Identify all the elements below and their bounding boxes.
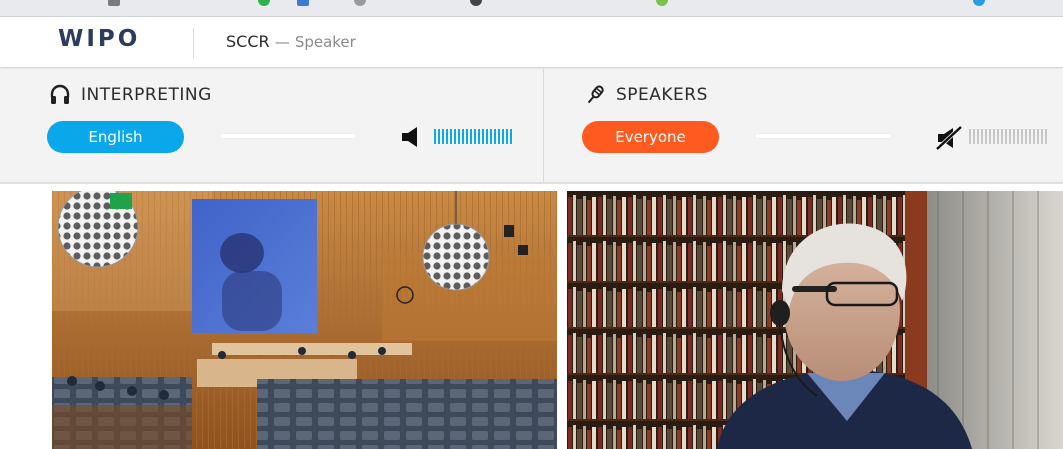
speaker-icon[interactable] xyxy=(400,125,424,149)
meter-bar xyxy=(470,129,472,144)
meter-bar xyxy=(510,129,512,144)
title-separator: — xyxy=(274,33,290,51)
interpreting-panel: INTERPRETING English xyxy=(0,69,544,182)
meter-bar xyxy=(973,129,975,144)
meter-bar xyxy=(981,129,983,144)
language-select-button[interactable]: English xyxy=(47,121,184,153)
meter-bar xyxy=(1001,129,1003,144)
meter-bar xyxy=(1041,129,1043,144)
meter-bar xyxy=(969,129,971,144)
meter-bar xyxy=(1037,129,1039,144)
interpreting-heading: INTERPRETING xyxy=(49,84,212,106)
meter-bar xyxy=(1045,129,1047,144)
meter-bar xyxy=(502,129,504,144)
meter-bar xyxy=(977,129,979,144)
meter-bar xyxy=(1021,129,1023,144)
speakers-label: SPEAKERS xyxy=(616,85,708,105)
meter-bar xyxy=(450,129,452,144)
wipo-logo[interactable]: WIPO xyxy=(58,26,140,52)
meter-bar xyxy=(434,129,436,144)
meter-bar xyxy=(438,129,440,144)
browser-toolbar-strip xyxy=(0,0,1063,17)
meter-bar xyxy=(989,129,991,144)
meter-bar xyxy=(474,129,476,144)
interpreting-volume-slider[interactable] xyxy=(219,133,357,139)
session-name: SCCR xyxy=(226,32,270,51)
speaker-muted-icon[interactable] xyxy=(935,125,963,151)
meter-bar xyxy=(997,129,999,144)
browser-icon[interactable] xyxy=(108,0,120,6)
meter-bar xyxy=(490,129,492,144)
speakers-panel: SPEAKERS Everyone xyxy=(544,69,1063,182)
meter-bar xyxy=(506,129,508,144)
header-divider xyxy=(193,28,194,58)
headphones-icon xyxy=(49,84,71,106)
bookmark-icon[interactable] xyxy=(470,0,482,6)
meter-bar xyxy=(442,129,444,144)
app-header: WIPO SCCR — Speaker xyxy=(0,17,1063,68)
meter-bar xyxy=(993,129,995,144)
meter-bar xyxy=(1013,129,1015,144)
meter-bar xyxy=(498,129,500,144)
meter-bar xyxy=(482,129,484,144)
participant-role: Speaker xyxy=(294,33,356,51)
extension-icon[interactable] xyxy=(258,0,270,6)
meter-bar xyxy=(458,129,460,144)
remote-speaker-video[interactable] xyxy=(567,191,1063,449)
audio-controls: INTERPRETING English SPEAKERS Everyone xyxy=(0,69,1063,184)
conference-room-video[interactable] xyxy=(52,191,557,449)
meter-bar xyxy=(494,129,496,144)
meter-bar xyxy=(1005,129,1007,144)
bookmark-icon[interactable] xyxy=(354,0,366,6)
meter-bar xyxy=(1009,129,1011,144)
meter-bar xyxy=(1017,129,1019,144)
meter-bar xyxy=(985,129,987,144)
meter-bar xyxy=(462,129,464,144)
interpreting-level-meter xyxy=(434,129,512,144)
meter-bar xyxy=(1025,129,1027,144)
session-title: SCCR — Speaker xyxy=(226,32,356,51)
meter-bar xyxy=(486,129,488,144)
bookmark-icon[interactable] xyxy=(973,0,985,6)
meter-bar xyxy=(478,129,480,144)
speaker-select-button[interactable]: Everyone xyxy=(582,121,719,153)
speakers-level-meter xyxy=(969,129,1047,144)
meter-bar xyxy=(1033,129,1035,144)
bookmark-icon[interactable] xyxy=(656,0,668,6)
speakers-volume-slider[interactable] xyxy=(754,133,892,139)
microphone-icon xyxy=(584,84,606,106)
interpreting-label: INTERPRETING xyxy=(81,85,212,105)
bookmark-icon[interactable] xyxy=(297,0,309,6)
meter-bar xyxy=(466,129,468,144)
meter-bar xyxy=(454,129,456,144)
meter-bar xyxy=(446,129,448,144)
meter-bar xyxy=(1029,129,1031,144)
speakers-heading: SPEAKERS xyxy=(584,84,708,106)
